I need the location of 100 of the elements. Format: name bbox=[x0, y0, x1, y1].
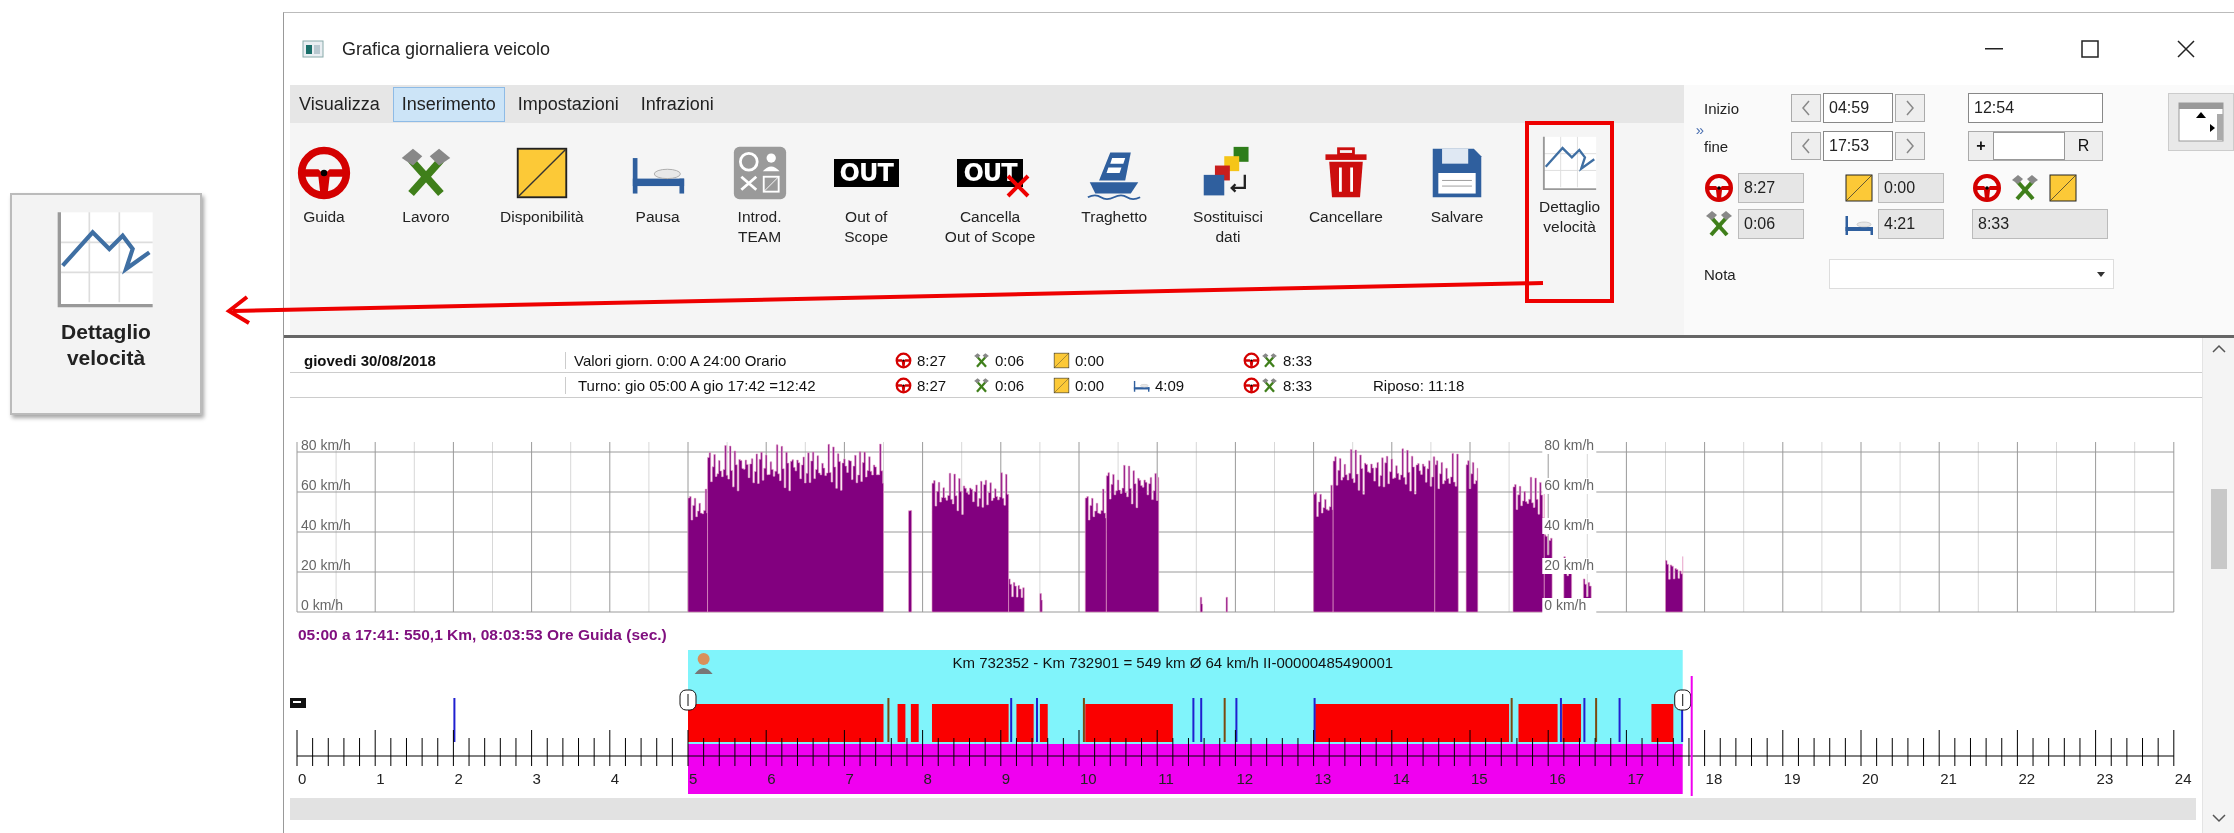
chevron-right-icon bbox=[1905, 138, 1915, 154]
toolbar-button[interactable]: Lavoro bbox=[392, 131, 460, 242]
total-field: 4:21 bbox=[1878, 209, 1944, 239]
previous-button[interactable] bbox=[1791, 132, 1821, 160]
scroll-up-icon[interactable] bbox=[2211, 344, 2226, 354]
period-value: 8:27 bbox=[917, 351, 947, 369]
callout-label: Dettaglio velocità bbox=[60, 319, 152, 372]
hour-label: 1 bbox=[376, 770, 385, 787]
end-time-field[interactable]: 17:53 bbox=[1823, 131, 1893, 161]
axis-label: 60 km/h bbox=[301, 477, 351, 493]
toolbar-button[interactable]: Guida bbox=[290, 131, 358, 242]
overflow-chevron[interactable]: » bbox=[1695, 121, 1704, 138]
line-chart-icon bbox=[56, 209, 156, 309]
period-value: 8:33 bbox=[1283, 376, 1313, 394]
menu-tab[interactable]: Inserimento bbox=[392, 86, 505, 122]
toolbar-button[interactable]: Sostituisci dati bbox=[1187, 131, 1269, 262]
hour-label: 11 bbox=[1158, 770, 1174, 787]
dropdown-caret-icon bbox=[2097, 271, 2105, 277]
axis-label: 20 km/h bbox=[1544, 557, 1595, 573]
plus-button[interactable]: + bbox=[1969, 137, 1993, 155]
next-button[interactable] bbox=[1895, 132, 1925, 160]
window-title: Grafica giornaliera veicolo bbox=[342, 38, 551, 60]
hour-label: 16 bbox=[1549, 770, 1566, 787]
start-time-field[interactable]: 04:59 bbox=[1823, 93, 1893, 123]
line-chart-icon bbox=[1541, 135, 1598, 191]
crossed-hammers-icon bbox=[1261, 351, 1278, 369]
total-field: 8:27 bbox=[1738, 173, 1804, 203]
scrollbar[interactable] bbox=[2202, 338, 2234, 833]
axis-label: 40 km/h bbox=[301, 517, 351, 533]
hour-label: 24 bbox=[2174, 770, 2192, 787]
rest-note: Riposo: 11:18 bbox=[1373, 376, 1466, 394]
diagonal-square-icon bbox=[1053, 376, 1070, 394]
hour-label: 7 bbox=[845, 770, 854, 787]
offset-field[interactable] bbox=[1993, 132, 2065, 160]
combined-total-field: 8:33 bbox=[1972, 209, 2108, 239]
hour-label: 19 bbox=[1783, 770, 1801, 787]
chevron-left-icon bbox=[1801, 100, 1811, 116]
menu-tab[interactable]: Impostazioni bbox=[508, 86, 628, 122]
toolbar-button[interactable]: Dettaglio velocità bbox=[1525, 121, 1615, 303]
hour-label: 3 bbox=[532, 770, 541, 787]
steering-wheel-icon bbox=[895, 351, 912, 369]
hour-label: 4 bbox=[610, 770, 620, 787]
hour-label: 8 bbox=[923, 770, 932, 787]
out-label-icon: OUT bbox=[833, 159, 899, 187]
crossed-hammers-icon bbox=[2010, 173, 2040, 203]
period-value: 0:06 bbox=[995, 376, 1025, 394]
toolbar-button[interactable]: OUT Cancella Out of Scope bbox=[938, 131, 1042, 262]
end-label: fine bbox=[1704, 137, 1730, 155]
period-value: 0:06 bbox=[995, 351, 1025, 369]
crossed-hammers-icon bbox=[1261, 376, 1278, 394]
chevron-right-icon bbox=[1905, 100, 1915, 116]
hour-label: 2 bbox=[454, 770, 463, 787]
crossed-hammers-icon bbox=[973, 351, 990, 369]
toolbar-button[interactable]: Traghetto bbox=[1075, 131, 1154, 242]
total-field: 0:06 bbox=[1738, 209, 1804, 239]
note-dropdown[interactable] bbox=[1829, 259, 2114, 289]
start-label: Inizio bbox=[1704, 99, 1741, 117]
axis-label: 80 km/h bbox=[1544, 437, 1595, 453]
axis-label: 0 km/h bbox=[301, 597, 343, 613]
toolbar-button[interactable]: Introd. TEAM bbox=[725, 131, 794, 262]
out-label-icon: OUT bbox=[957, 159, 1023, 187]
hour-label: 0 bbox=[298, 770, 307, 787]
toolbar-button[interactable]: Pausa bbox=[623, 131, 692, 242]
duration-field[interactable]: 12:54 bbox=[1968, 93, 2103, 123]
period-text: Turno: gio 05:00 A gio 17:42 =12:42 bbox=[565, 376, 895, 394]
axis-label: 80 km/h bbox=[301, 437, 351, 453]
menu-tab[interactable]: Infrazioni bbox=[631, 86, 723, 122]
toolbar-button[interactable]: OUT Out of Scope bbox=[827, 131, 905, 262]
previous-button[interactable] bbox=[1791, 94, 1821, 122]
crossed-hammers-icon bbox=[1704, 209, 1734, 239]
next-button[interactable] bbox=[1895, 94, 1925, 122]
hour-label: 9 bbox=[1001, 770, 1011, 787]
summary-text: 05:00 a 17:41: 550,1 Km, 08:03:53 Ore Guida (sec.) bbox=[297, 626, 668, 645]
hour-label: 22 bbox=[2018, 770, 2036, 787]
card-icon bbox=[290, 698, 306, 708]
hour-label: 10 bbox=[1080, 770, 1097, 787]
driver-icon bbox=[694, 653, 713, 674]
toolbar-button[interactable]: Salvare bbox=[1423, 131, 1491, 242]
period-value: 4:09 bbox=[1155, 376, 1185, 394]
hour-label: 20 bbox=[1862, 770, 1879, 787]
scroll-down-icon[interactable] bbox=[2211, 813, 2226, 823]
maximize-icon bbox=[2081, 40, 2099, 58]
diagonal-square-icon bbox=[1844, 173, 1874, 203]
axis-label: 60 km/h bbox=[1544, 477, 1595, 493]
steering-wheel-icon bbox=[1704, 173, 1734, 203]
menu-tab[interactable]: Visualizza bbox=[290, 86, 389, 122]
toolbar-button[interactable]: Disponibilità bbox=[494, 131, 590, 242]
toolbar-button[interactable]: Cancellare bbox=[1302, 131, 1389, 242]
steering-wheel-icon bbox=[1972, 173, 2002, 203]
hour-label: 21 bbox=[1940, 770, 1957, 787]
axis-label: 40 km/h bbox=[1544, 517, 1595, 533]
hour-label: 14 bbox=[1392, 770, 1410, 787]
hour-label: 6 bbox=[767, 770, 776, 787]
steering-wheel-icon bbox=[1243, 351, 1260, 369]
horizontal-scrollbar[interactable] bbox=[290, 798, 2196, 820]
scroll-thumb[interactable] bbox=[2210, 489, 2227, 569]
diagonal-square-icon bbox=[2048, 173, 2078, 203]
reset-button[interactable]: R bbox=[2065, 137, 2102, 155]
hour-label: 12 bbox=[1236, 770, 1254, 787]
layout-button[interactable] bbox=[2168, 93, 2234, 151]
